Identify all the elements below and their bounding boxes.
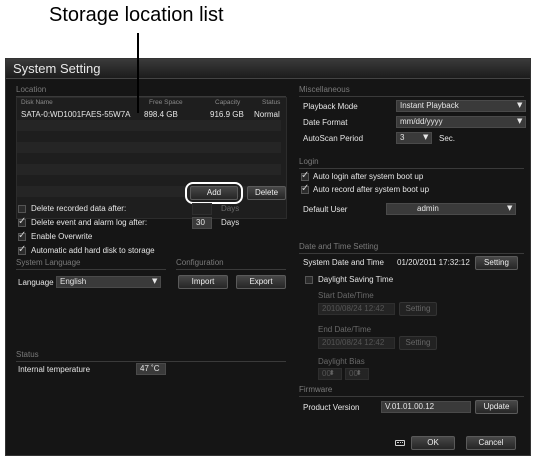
- dropdown-arrow-icon[interactable]: ▼: [507, 204, 512, 212]
- auto-add-disk-label: Automatic add hard disk to storage: [31, 246, 155, 255]
- title-bar: System Setting: [6, 59, 530, 79]
- table-row[interactable]: [17, 120, 281, 131]
- callout-pointer-line: [137, 33, 139, 113]
- daylight-saving-label: Daylight Saving Time: [318, 275, 394, 284]
- firmware-section-title: Firmware: [299, 385, 333, 394]
- delete-event-checkbox[interactable]: [18, 216, 26, 227]
- miscellaneous-section-title: Miscellaneous: [299, 85, 350, 94]
- start-date-time-input[interactable]: 2010/08/24 12:42: [318, 303, 395, 315]
- keyboard-icon[interactable]: [395, 440, 405, 446]
- divider: [176, 269, 286, 270]
- autoscan-period-label: AutoScan Period: [303, 134, 364, 143]
- internal-temperature-value: 47 ˚C: [136, 363, 166, 375]
- date-format-label: Date Format: [303, 118, 348, 127]
- start-date-time-label: Start Date/Time: [318, 291, 374, 300]
- export-button[interactable]: Export: [236, 275, 286, 289]
- auto-record-label: Auto record after system boot up: [313, 185, 430, 194]
- delete-recorded-checkbox[interactable]: [18, 205, 26, 213]
- add-button[interactable]: Add: [190, 186, 238, 200]
- divider: [299, 96, 524, 97]
- daylight-saving-checkbox[interactable]: [305, 276, 313, 284]
- system-date-time-setting-button[interactable]: Setting: [475, 256, 518, 270]
- auto-record-checkbox[interactable]: [301, 183, 309, 194]
- language-select[interactable]: English: [56, 276, 161, 288]
- end-date-time-input[interactable]: 2010/08/24 12:42: [318, 337, 395, 349]
- login-section-title: Login: [299, 157, 319, 166]
- table-row[interactable]: [17, 164, 281, 175]
- dropdown-arrow-icon[interactable]: ▼: [517, 101, 522, 109]
- divider: [299, 168, 524, 169]
- table-row[interactable]: [17, 142, 281, 153]
- dropdown-arrow-icon[interactable]: ▼: [517, 117, 522, 125]
- status-section-title: Status: [16, 350, 39, 359]
- divider: [299, 396, 524, 397]
- playback-mode-value: Instant Playback: [400, 101, 459, 110]
- divider: [16, 361, 286, 362]
- delete-recorded-days-input[interactable]: [192, 203, 212, 215]
- update-firmware-button[interactable]: Update: [475, 400, 518, 414]
- capacity-cell: 916.9 GB: [210, 110, 244, 119]
- date-format-select[interactable]: mm/dd/yyyy: [396, 116, 526, 128]
- table-row[interactable]: [17, 153, 281, 164]
- auto-login-checkbox[interactable]: [301, 170, 309, 181]
- disk-name-cell: SATA-0:WD1001FAES-55W7A: [21, 110, 131, 119]
- enable-overwrite-label: Enable Overwrite: [31, 232, 93, 241]
- import-button[interactable]: Import: [178, 275, 228, 289]
- window-title: System Setting: [13, 61, 101, 76]
- language-value: English: [60, 277, 87, 286]
- language-label: Language: [18, 278, 54, 287]
- divider: [299, 253, 524, 254]
- callout: Storage location list: [0, 0, 533, 56]
- location-section-title: Location: [16, 85, 47, 94]
- cancel-button[interactable]: Cancel: [466, 436, 516, 450]
- delete-event-days-input[interactable]: 30: [192, 217, 212, 229]
- delete-event-label: Delete event and alarm log after:: [31, 218, 148, 227]
- product-version-label: Product Version: [303, 403, 360, 412]
- column-header-capacity[interactable]: Capacity: [215, 99, 240, 106]
- auto-add-disk-checkbox[interactable]: [18, 244, 26, 255]
- delete-recorded-days-unit: Days: [221, 204, 240, 213]
- delete-recorded-label: Delete recorded data after:: [31, 204, 127, 213]
- ok-button[interactable]: OK: [411, 436, 455, 450]
- default-user-label: Default User: [303, 205, 348, 214]
- status-cell: Normal: [254, 110, 280, 119]
- playback-mode-select[interactable]: Instant Playback: [396, 100, 526, 112]
- storage-location-list[interactable]: Disk Name Free Space Capacity Status SAT…: [16, 97, 287, 219]
- auto-login-label: Auto login after system boot up: [313, 172, 424, 181]
- internal-temperature-label: Internal temperature: [18, 365, 91, 374]
- free-space-cell: 898.4 GB: [144, 110, 178, 119]
- product-version-value: V.01.01.00.12: [381, 401, 471, 413]
- autoscan-period-value: 3: [400, 133, 405, 142]
- system-setting-window: System Setting Location Disk Name Free S…: [5, 58, 531, 456]
- default-user-select[interactable]: admin: [386, 203, 516, 215]
- autoscan-period-unit: Sec.: [439, 134, 456, 143]
- default-user-value: admin: [417, 204, 439, 213]
- delete-button[interactable]: Delete: [247, 186, 286, 200]
- column-header-free-space[interactable]: Free Space: [149, 99, 183, 106]
- playback-mode-label: Playback Mode: [303, 102, 358, 111]
- column-header-disk-name[interactable]: Disk Name: [21, 99, 53, 106]
- daylight-bias-label: Daylight Bias: [318, 357, 365, 366]
- table-row[interactable]: SATA-0:WD1001FAES-55W7A 898.4 GB 916.9 G…: [17, 109, 281, 120]
- dropdown-arrow-icon[interactable]: ▼: [152, 277, 157, 285]
- system-date-time-label: System Date and Time: [303, 258, 384, 267]
- enable-overwrite-checkbox[interactable]: [18, 230, 26, 241]
- configuration-section-title: Configuration: [176, 258, 224, 267]
- system-date-time-value: 01/20/2011 17:32:12: [397, 258, 470, 267]
- system-language-section-title: System Language: [16, 258, 81, 267]
- callout-label: Storage location list: [49, 4, 224, 26]
- spinner-arrows-icon[interactable]: ⬍: [356, 369, 362, 377]
- end-date-time-setting-button[interactable]: Setting: [399, 336, 437, 350]
- column-header-status[interactable]: Status: [262, 99, 280, 106]
- date-time-section-title: Date and Time Setting: [299, 242, 379, 251]
- end-date-time-label: End Date/Time: [318, 325, 372, 334]
- spinner-arrows-icon[interactable]: ⬍: [329, 369, 335, 377]
- divider: [16, 269, 166, 270]
- start-date-time-setting-button[interactable]: Setting: [399, 302, 437, 316]
- table-row[interactable]: [17, 131, 281, 142]
- dropdown-arrow-icon[interactable]: ▼: [423, 133, 428, 141]
- date-format-value: mm/dd/yyyy: [400, 117, 443, 126]
- delete-event-days-unit: Days: [221, 218, 240, 227]
